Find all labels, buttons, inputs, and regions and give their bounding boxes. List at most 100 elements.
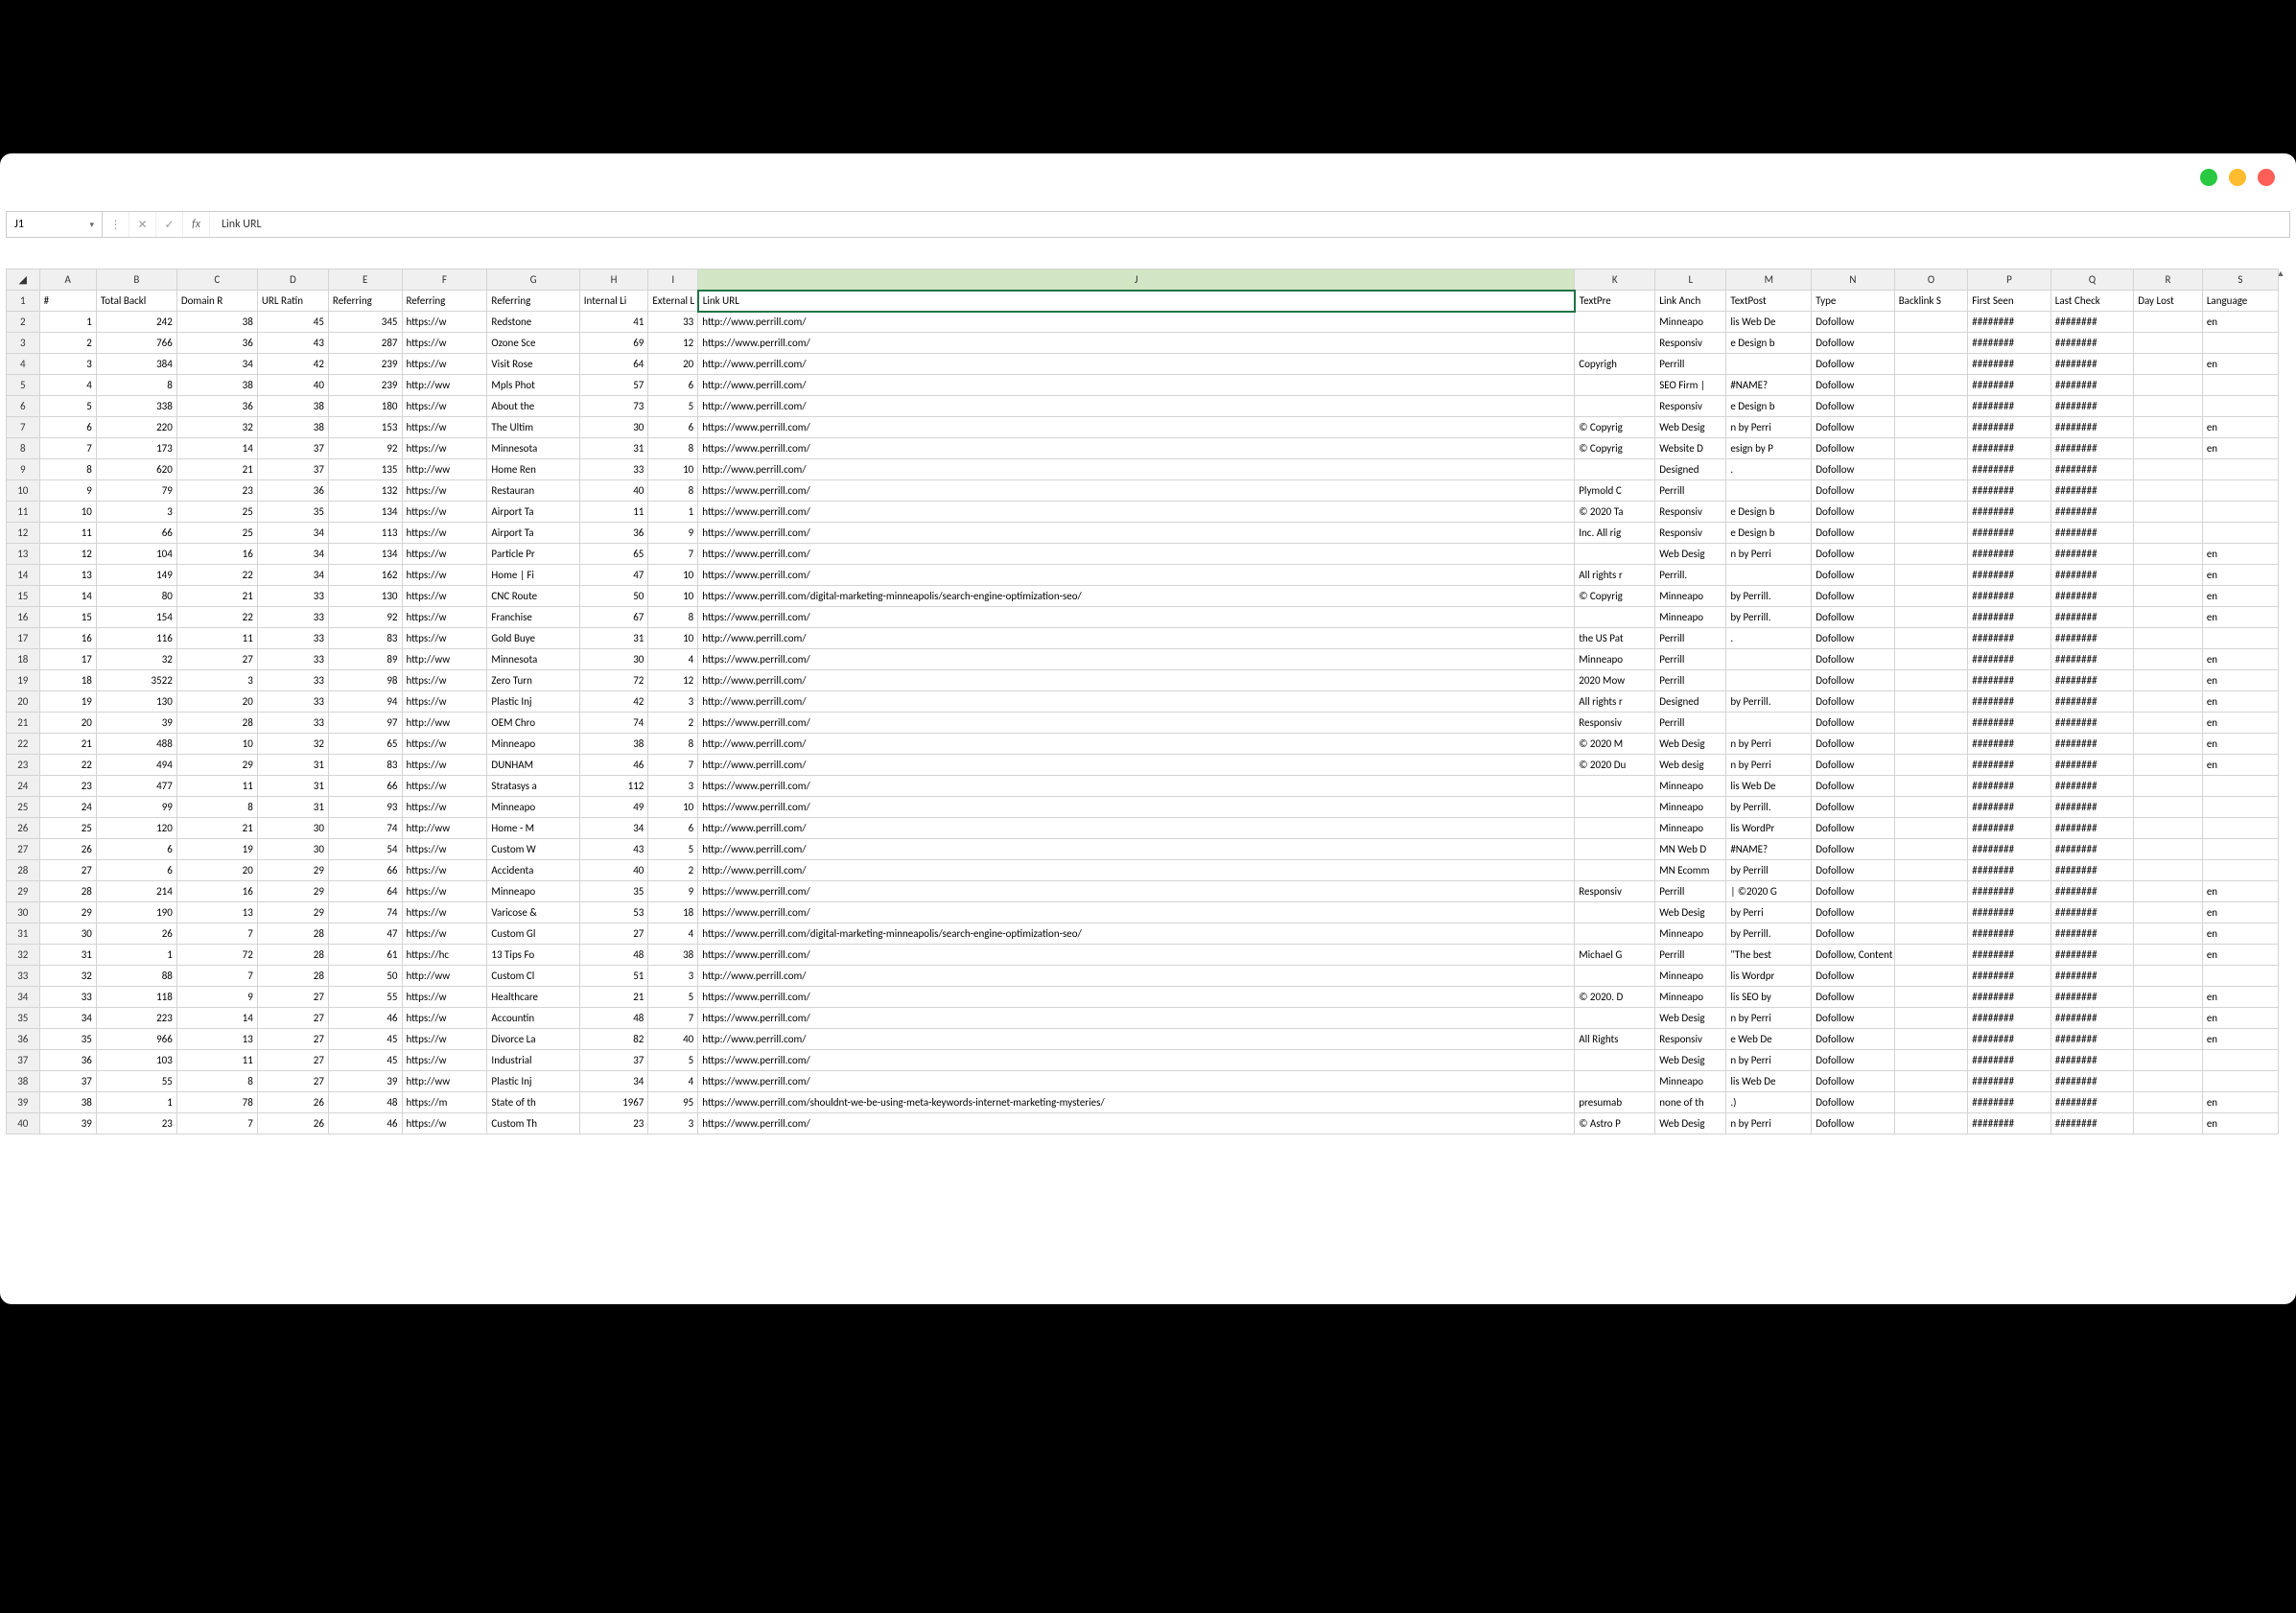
cell-N32[interactable]: Dofollow, Content (1812, 945, 1894, 966)
cell-N8[interactable]: Dofollow (1812, 438, 1894, 459)
cell-P34[interactable]: ######## (1968, 987, 2050, 1008)
cell-P12[interactable]: ######## (1968, 523, 2050, 544)
cell-G16[interactable]: Franchise (487, 607, 579, 628)
cell-H25[interactable]: 49 (579, 797, 648, 818)
cell-L31[interactable]: Minneapo (1655, 923, 1726, 945)
cell-P38[interactable]: ######## (1968, 1071, 2050, 1092)
cell-S11[interactable] (2202, 502, 2278, 523)
cell-Q24[interactable]: ######## (2050, 776, 2133, 797)
cell-C33[interactable]: 7 (176, 966, 257, 987)
cell-C8[interactable]: 14 (176, 438, 257, 459)
cell-F27[interactable]: https://w (402, 839, 487, 860)
cell-I5[interactable]: 6 (648, 375, 698, 396)
cell-P17[interactable]: ######## (1968, 628, 2050, 649)
cell-G35[interactable]: Accountin (487, 1008, 579, 1029)
cell-K2[interactable] (1575, 312, 1655, 333)
cell-H2[interactable]: 41 (579, 312, 648, 333)
cell-D9[interactable]: 37 (257, 459, 328, 480)
cell-B8[interactable]: 173 (96, 438, 176, 459)
cell-H10[interactable]: 40 (579, 480, 648, 502)
cell-J5[interactable]: http://www.perrill.com/ (698, 375, 1575, 396)
cell-C25[interactable]: 8 (176, 797, 257, 818)
cell-R37[interactable] (2134, 1050, 2203, 1071)
cell-C15[interactable]: 21 (176, 586, 257, 607)
cell-B24[interactable]: 477 (96, 776, 176, 797)
cell-R30[interactable] (2134, 902, 2203, 923)
cell-E18[interactable]: 89 (328, 649, 402, 670)
cell-R29[interactable] (2134, 881, 2203, 902)
cell-D4[interactable]: 42 (257, 354, 328, 375)
cell-I24[interactable]: 3 (648, 776, 698, 797)
cell-C27[interactable]: 19 (176, 839, 257, 860)
cell-S4[interactable]: en (2202, 354, 2278, 375)
cell-H30[interactable]: 53 (579, 902, 648, 923)
cell-Q21[interactable]: ######## (2050, 713, 2133, 734)
cell-J25[interactable]: https://www.perrill.com/ (698, 797, 1575, 818)
cell-O40[interactable] (1894, 1113, 1968, 1134)
cell-C30[interactable]: 13 (176, 902, 257, 923)
cell-B39[interactable]: 1 (96, 1092, 176, 1113)
cell-A32[interactable]: 31 (39, 945, 96, 966)
cell-E28[interactable]: 66 (328, 860, 402, 881)
row-header[interactable]: 40 (7, 1113, 40, 1134)
row-header[interactable]: 8 (7, 438, 40, 459)
cell-F31[interactable]: https://w (402, 923, 487, 945)
cell-D28[interactable]: 29 (257, 860, 328, 881)
cell-K23[interactable]: © 2020 Du (1575, 755, 1655, 776)
cell-H13[interactable]: 65 (579, 544, 648, 565)
cell-H26[interactable]: 34 (579, 818, 648, 839)
cell-E39[interactable]: 48 (328, 1092, 402, 1113)
cell-Q29[interactable]: ######## (2050, 881, 2133, 902)
cell-O11[interactable] (1894, 502, 1968, 523)
cell-I8[interactable]: 8 (648, 438, 698, 459)
cell-L17[interactable]: Perrill (1655, 628, 1726, 649)
cell-P9[interactable]: ######## (1968, 459, 2050, 480)
cell-J23[interactable]: http://www.perrill.com/ (698, 755, 1575, 776)
cell-S8[interactable]: en (2202, 438, 2278, 459)
row-header[interactable]: 2 (7, 312, 40, 333)
row-header[interactable]: 7 (7, 417, 40, 438)
cell-H15[interactable]: 50 (579, 586, 648, 607)
cell-R7[interactable] (2134, 417, 2203, 438)
cell-E21[interactable]: 97 (328, 713, 402, 734)
cell-H29[interactable]: 35 (579, 881, 648, 902)
cell-G32[interactable]: 13 Tips Fo (487, 945, 579, 966)
cell-D22[interactable]: 32 (257, 734, 328, 755)
cell-M13[interactable]: n by Perri (1726, 544, 1812, 565)
column-header-O[interactable]: O (1894, 269, 1968, 291)
cell-J13[interactable]: https://www.perrill.com/ (698, 544, 1575, 565)
cell-M16[interactable]: by Perrill. (1726, 607, 1812, 628)
cell-Q7[interactable]: ######## (2050, 417, 2133, 438)
cell-F25[interactable]: https://w (402, 797, 487, 818)
cell-L11[interactable]: Responsiv (1655, 502, 1726, 523)
cell-I35[interactable]: 7 (648, 1008, 698, 1029)
cell-A8[interactable]: 7 (39, 438, 96, 459)
cell-S18[interactable]: en (2202, 649, 2278, 670)
cell-E9[interactable]: 135 (328, 459, 402, 480)
cell-C32[interactable]: 72 (176, 945, 257, 966)
cell-H12[interactable]: 36 (579, 523, 648, 544)
cell-I40[interactable]: 3 (648, 1113, 698, 1134)
cell-M33[interactable]: lis Wordpr (1726, 966, 1812, 987)
cell-O22[interactable] (1894, 734, 1968, 755)
cell-I38[interactable]: 4 (648, 1071, 698, 1092)
cell-K18[interactable]: Minneapo (1575, 649, 1655, 670)
cell-B10[interactable]: 79 (96, 480, 176, 502)
cell-H33[interactable]: 51 (579, 966, 648, 987)
cell-K25[interactable] (1575, 797, 1655, 818)
cell-D14[interactable]: 34 (257, 565, 328, 586)
cell-L10[interactable]: Perrill (1655, 480, 1726, 502)
cell-M28[interactable]: by Perrill (1726, 860, 1812, 881)
cell-N4[interactable]: Dofollow (1812, 354, 1894, 375)
cell-D25[interactable]: 31 (257, 797, 328, 818)
cell-I32[interactable]: 38 (648, 945, 698, 966)
cell-N36[interactable]: Dofollow (1812, 1029, 1894, 1050)
cell-M21[interactable] (1726, 713, 1812, 734)
column-header-G[interactable]: G (487, 269, 579, 291)
cell-R35[interactable] (2134, 1008, 2203, 1029)
cell-S40[interactable]: en (2202, 1113, 2278, 1134)
cell-I18[interactable]: 4 (648, 649, 698, 670)
cell-Q38[interactable]: ######## (2050, 1071, 2133, 1092)
cell-G36[interactable]: Divorce La (487, 1029, 579, 1050)
cell-K33[interactable] (1575, 966, 1655, 987)
